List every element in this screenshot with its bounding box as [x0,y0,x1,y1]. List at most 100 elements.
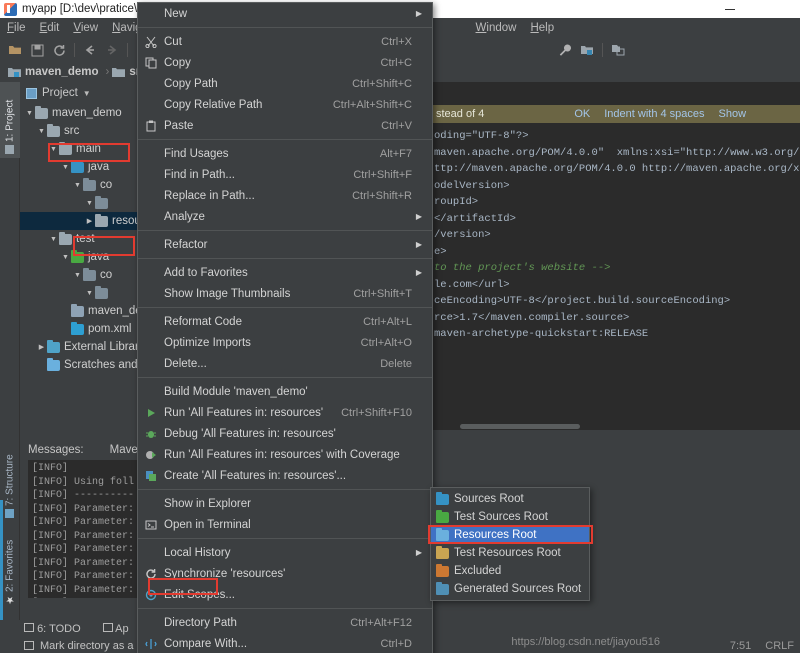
chevron-down-icon[interactable]: ▼ [60,164,71,171]
tree-node[interactable]: ▶External Librari [20,338,145,356]
tree-node[interactable]: ▶resou [20,212,145,230]
tree-node[interactable]: ▼src [20,122,145,140]
sync-icon[interactable] [48,40,70,60]
chevron-down-icon[interactable]: ▼ [60,254,71,261]
context-menu-item[interactable]: Replace in Path...Ctrl+Shift+R [138,185,432,206]
chevron-down-icon[interactable]: ▼ [84,200,95,207]
tree-node[interactable]: ▼main [20,140,145,158]
submenu-item[interactable]: Excluded [431,562,589,580]
context-menu-item[interactable]: Local History▶ [138,542,432,563]
context-menu[interactable]: New▶ CutCtrl+XCopyCtrl+CCopy PathCtrl+Shi… [137,2,433,653]
wrench-icon[interactable] [554,40,576,60]
bottom-tab-todo[interactable]: 6: TODO [24,623,81,635]
tree-node[interactable]: ▼test [20,230,145,248]
sidebar-item-favorites[interactable]: ★ 2: Favorites [0,526,20,608]
context-menu-item[interactable]: Delete...Delete [138,353,432,374]
tree-node[interactable]: ▼co [20,266,145,284]
tree-node[interactable]: maven_dem [20,302,145,320]
tree-node[interactable]: ▼ [20,284,145,302]
context-menu-item[interactable]: Show Image ThumbnailsCtrl+Shift+T [138,283,432,304]
sidebar-item-structure[interactable]: 7: Structure [0,442,20,522]
tree-node[interactable]: ▼java [20,248,145,266]
context-menu-item[interactable]: Find in Path...Ctrl+Shift+F [138,164,432,185]
context-menu-item[interactable]: Add to Favorites▶ [138,262,432,283]
menu-edit[interactable]: Edit [33,18,67,38]
status-position[interactable]: 7:51 [730,640,751,652]
chevron-down-icon[interactable]: ▼ [83,89,91,98]
context-menu-item[interactable]: Open in Terminal [138,514,432,535]
chevron-right-icon[interactable]: ▶ [84,217,95,225]
context-menu-item[interactable]: Edit Scopes... [138,584,432,605]
notification-indent-link[interactable]: Indent with 4 spaces [604,108,704,120]
context-menu-item[interactable]: Analyze▶ [138,206,432,227]
status-line-separator[interactable]: CRLF [765,640,794,652]
tree-node[interactable]: pom.xml [20,320,145,338]
module-icon [8,67,21,78]
tree-node[interactable]: ▼ [20,194,145,212]
context-menu-item[interactable]: Compare With...Ctrl+D [138,633,432,653]
notification-show-link[interactable]: Show [719,108,747,120]
context-menu-item[interactable]: Optimize ImportsCtrl+Alt+O [138,332,432,353]
submenu-item[interactable]: Test Sources Root [431,508,589,526]
menu-help[interactable]: Help [523,18,561,38]
save-all-icon[interactable] [607,40,629,60]
code-line: roupId> [434,194,800,211]
close-button[interactable] [772,0,800,18]
context-menu-item[interactable]: Build Module 'maven_demo' [138,381,432,402]
menu-view[interactable]: View [66,18,105,38]
chevron-down-icon[interactable]: ▼ [84,290,95,297]
context-menu-item[interactable]: Find UsagesAlt+F7 [138,143,432,164]
scratches-icon [47,360,60,371]
maximize-button[interactable] [744,0,772,18]
chevron-down-icon[interactable]: ▼ [72,272,83,279]
context-menu-item[interactable]: Reformat CodeCtrl+Alt+L [138,311,432,332]
chevron-down-icon[interactable]: ▼ [48,146,59,153]
open-folder-icon[interactable] [4,40,26,60]
context-menu-item[interactable]: Create 'All Features in: resources'... [138,465,432,486]
context-menu-item[interactable]: Copy PathCtrl+Shift+C [138,73,432,94]
tree-node[interactable]: ▼maven_demo [20,104,145,122]
context-menu-item[interactable]: Run 'All Features in: resources' with Co… [138,444,432,465]
tree-node[interactable]: ▼co [20,176,145,194]
context-menu-item[interactable]: Synchronize 'resources' [138,563,432,584]
context-menu-item[interactable]: PasteCtrl+V [138,115,432,136]
save-icon[interactable] [26,40,48,60]
submenu-item[interactable]: Sources Root [431,490,589,508]
back-arrow-icon[interactable] [79,40,101,60]
forward-arrow-icon[interactable] [101,40,123,60]
chevron-down-icon[interactable]: ▼ [48,236,59,243]
submenu-item[interactable]: Generated Sources Root [431,580,589,598]
context-menu-item[interactable]: Debug 'All Features in: resources' [138,423,432,444]
folder-icon [436,566,449,577]
context-menu-item[interactable]: Directory PathCtrl+Alt+F12 [138,612,432,633]
bottom-tab-app[interactable]: Ap [103,623,129,635]
chevron-right-icon[interactable]: ▶ [36,343,47,351]
coverage-icon [138,449,164,461]
sidebar-item-project[interactable]: 1: Project [0,82,20,158]
context-menu-item[interactable]: Copy Relative PathCtrl+Alt+Shift+C [138,94,432,115]
menu-file[interactable]: File [0,18,33,38]
context-menu-item[interactable]: Show in Explorer [138,493,432,514]
context-menu-item[interactable]: CutCtrl+X [138,31,432,52]
breadcrumb-item-module[interactable]: maven_demo› [8,66,109,78]
context-menu-item[interactable]: Run 'All Features in: resources'Ctrl+Shi… [138,402,432,423]
chevron-down-icon[interactable]: ▼ [36,128,47,135]
tree-node[interactable]: ▼java [20,158,145,176]
project-structure-icon[interactable] [576,40,598,60]
tree-node[interactable]: Scratches and [20,356,145,374]
project-panel-header[interactable]: Project ▼ [20,82,145,104]
context-menu-item[interactable]: New▶ [138,3,432,24]
notification-ok-link[interactable]: OK [574,108,590,120]
context-menu-item[interactable]: Refactor▶ [138,234,432,255]
context-menu-item[interactable]: CopyCtrl+C [138,52,432,73]
code-content[interactable]: oding="UTF-8"?>maven.apache.org/POM/4.0.… [430,128,800,430]
submenu-item[interactable]: Resources Root [431,526,589,544]
chevron-down-icon[interactable]: ▼ [72,182,83,189]
menu-window[interactable]: Window [469,18,524,38]
minimize-button[interactable] [716,0,744,18]
editor-horizontal-scrollbar[interactable] [460,424,580,429]
mark-directory-submenu[interactable]: Sources RootTest Sources RootResources R… [430,487,590,601]
chevron-down-icon[interactable]: ▼ [24,110,35,117]
submenu-item[interactable]: Test Resources Root [431,544,589,562]
project-tree[interactable]: ▼maven_demo▼src▼main▼java▼co▼▶resou▼test… [20,104,145,435]
